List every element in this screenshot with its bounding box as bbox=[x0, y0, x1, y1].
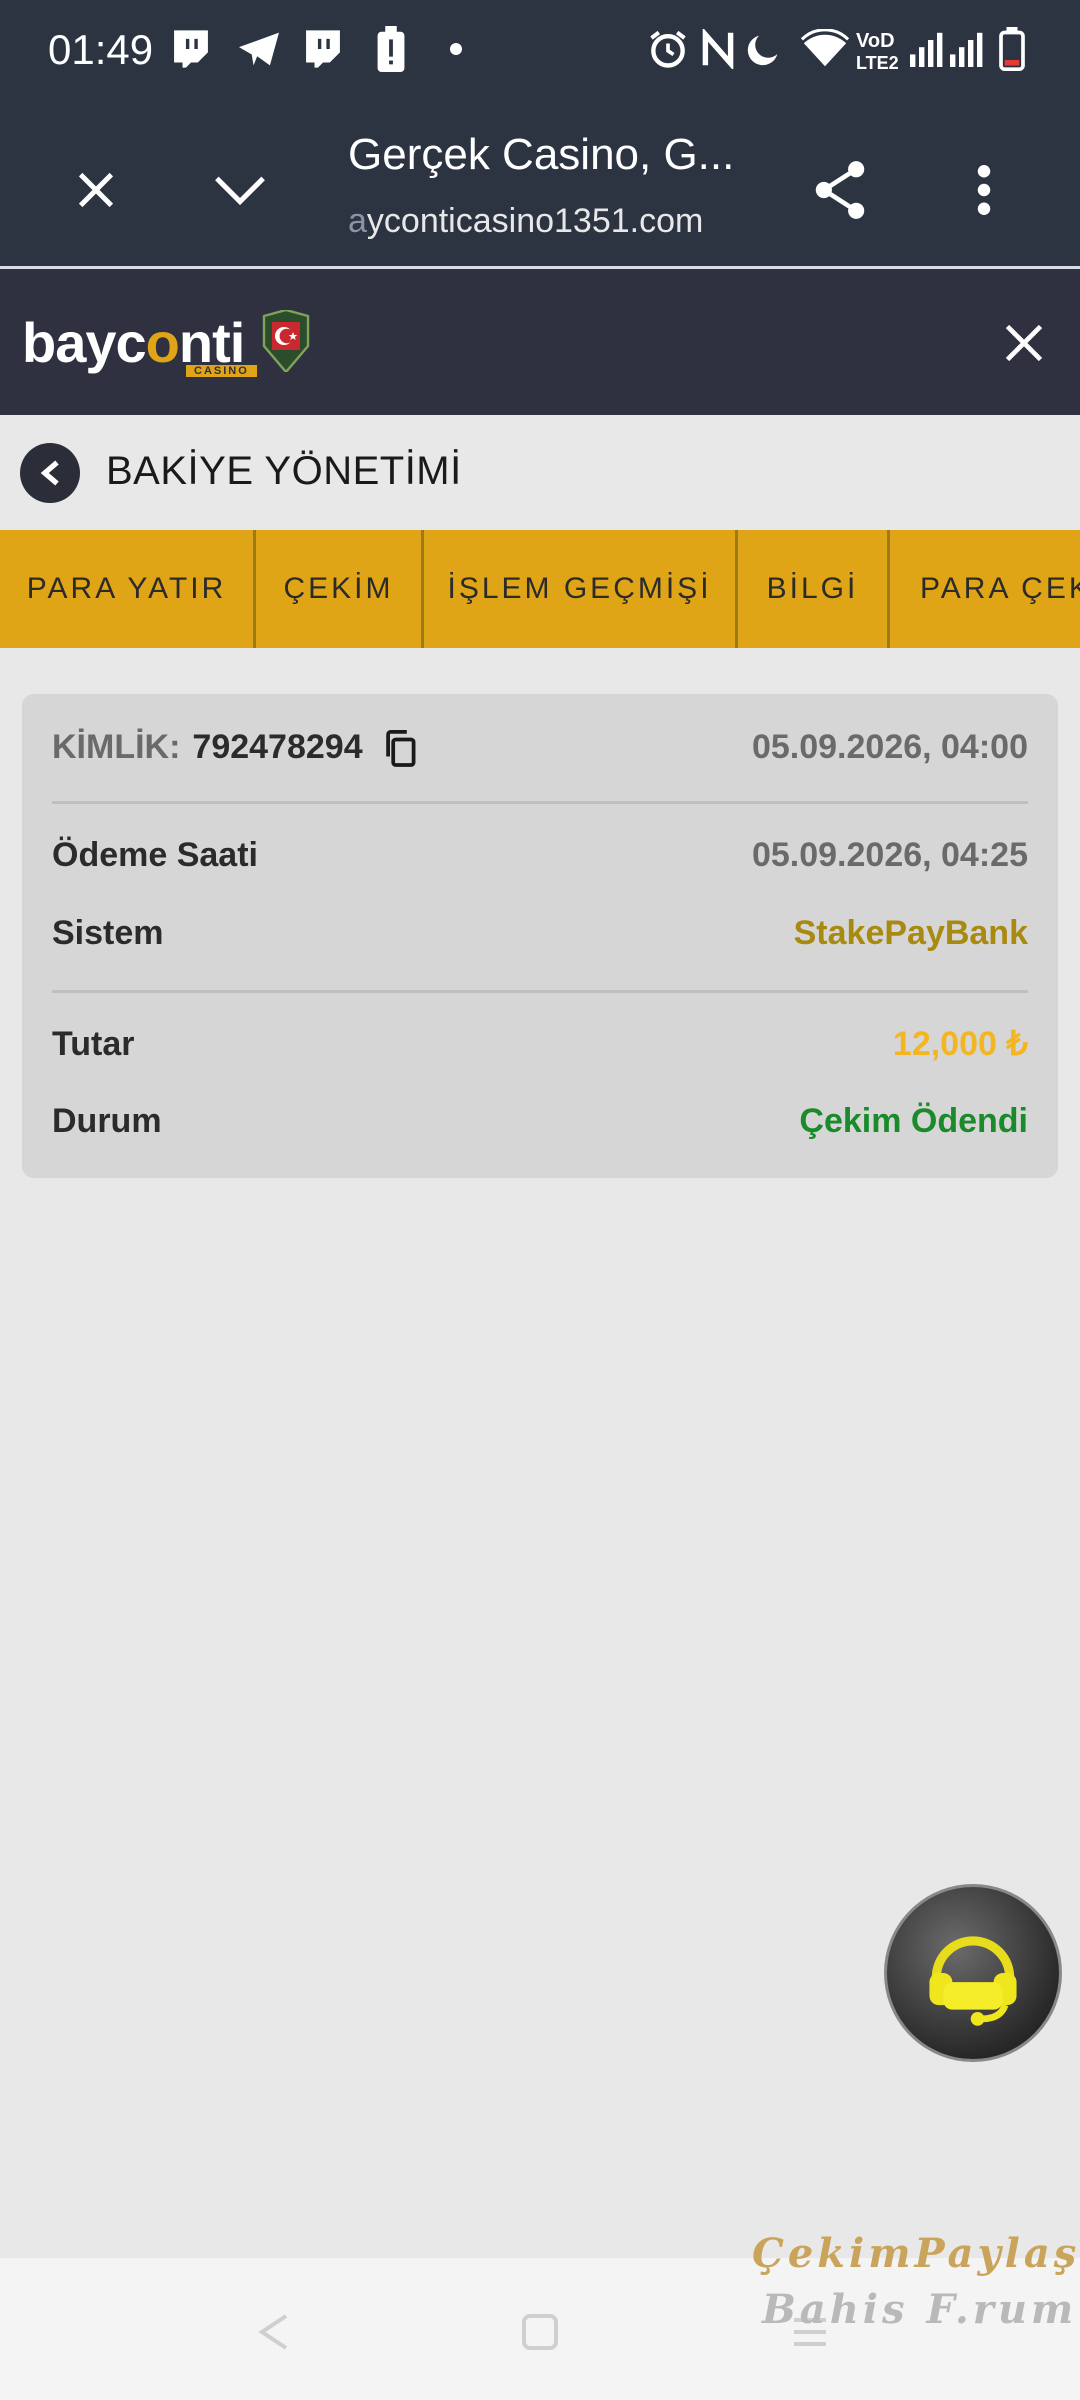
support-chat-button[interactable] bbox=[884, 1884, 1062, 2062]
section-header: BAKİYE YÖNETİMİ bbox=[0, 415, 1080, 530]
system-value: StakePayBank bbox=[793, 914, 1028, 952]
site-header: bayconti CASINO bbox=[0, 269, 1080, 415]
transaction-id-row: KİMLİK: 792478294 05.09.2026, 04:00 bbox=[52, 728, 1028, 767]
forum-watermark: ÇekimPaylaş Bahis F.rum bbox=[752, 2226, 1080, 2338]
status-time: 01:49 bbox=[48, 26, 154, 73]
transaction-card: KİMLİK: 792478294 05.09.2026, 04:00 Ödem… bbox=[22, 694, 1058, 1178]
signal-icon bbox=[910, 26, 946, 72]
volte-icon: VoD LTE2 bbox=[856, 26, 904, 72]
logo-wordmark: bayconti bbox=[22, 311, 245, 374]
amount-label: Tutar bbox=[52, 1024, 135, 1063]
card-divider bbox=[52, 801, 1028, 804]
browser-chrome: 01:49 VoD LTE2 Gerçek Casino, G... aycon… bbox=[0, 0, 1080, 269]
nfc-icon bbox=[700, 26, 736, 72]
nav-back-icon[interactable] bbox=[244, 2302, 304, 2362]
share-icon[interactable] bbox=[800, 150, 880, 230]
svg-text:VoD: VoD bbox=[856, 30, 895, 52]
section-title: BAKİYE YÖNETİMİ bbox=[106, 449, 462, 493]
battery-alert-icon bbox=[376, 26, 406, 72]
balance-tabs: PARA YATIR ÇEKİM İŞLEM GEÇMİŞİ BİLGİ PAR… bbox=[0, 530, 1080, 648]
status-label: Durum bbox=[52, 1102, 162, 1140]
transaction-id-label: KİMLİK: bbox=[52, 728, 181, 766]
system-row: Sistem StakePayBank bbox=[52, 914, 1028, 953]
more-vert-icon[interactable] bbox=[944, 150, 1024, 230]
payment-time-value: 05.09.2026, 04:25 bbox=[751, 836, 1028, 874]
page-title[interactable]: Gerçek Casino, G... bbox=[348, 130, 734, 180]
nav-home-icon[interactable] bbox=[510, 2302, 570, 2362]
twitch-icon-2 bbox=[302, 26, 344, 72]
site-logo[interactable]: bayconti CASINO bbox=[22, 305, 312, 381]
browser-toolbar: Gerçek Casino, G... ayconticasino1351.co… bbox=[0, 110, 1080, 268]
battery-icon bbox=[998, 26, 1026, 72]
transaction-id-value: 792478294 bbox=[192, 728, 363, 766]
system-label: Sistem bbox=[52, 914, 164, 952]
close-icon[interactable] bbox=[56, 150, 136, 230]
chevron-down-icon[interactable] bbox=[200, 150, 280, 230]
amount-value: 12,000 ₺ bbox=[892, 1025, 1028, 1063]
tab-info[interactable]: BİLGİ bbox=[738, 530, 890, 648]
status-row: Durum Çekim Ödendi bbox=[52, 1102, 1028, 1141]
moon-icon bbox=[744, 26, 784, 72]
back-button[interactable] bbox=[20, 443, 80, 503]
site-close-icon[interactable] bbox=[984, 303, 1064, 383]
transaction-created-at: 05.09.2026, 04:00 bbox=[751, 728, 1028, 766]
shield-emblem-icon bbox=[260, 308, 312, 377]
chevron-left-icon bbox=[40, 460, 59, 486]
logo-subtitle: CASINO bbox=[186, 365, 257, 377]
watermark-line-1: ÇekimPaylaş bbox=[752, 2230, 1080, 2277]
headset-icon bbox=[929, 1936, 1017, 2026]
tab-withdraw-more[interactable]: PARA ÇEKİM bbox=[890, 530, 1080, 648]
tab-withdrawal[interactable]: ÇEKİM bbox=[256, 530, 424, 648]
wifi-icon bbox=[800, 26, 850, 72]
payment-time-label: Ödeme Saati bbox=[52, 836, 258, 874]
watermark-line-2: Bahis F.rum bbox=[762, 2286, 1078, 2333]
svg-text:LTE2: LTE2 bbox=[856, 53, 899, 71]
amount-row: Tutar 12,000 ₺ bbox=[52, 1024, 1028, 1064]
dot-icon bbox=[450, 26, 462, 72]
tab-transaction-history[interactable]: İŞLEM GEÇMİŞİ bbox=[424, 530, 738, 648]
twitch-icon bbox=[170, 26, 212, 72]
signal-icon-2 bbox=[950, 26, 986, 72]
telegram-icon bbox=[236, 26, 282, 72]
alarm-icon bbox=[646, 26, 690, 72]
status-value: Çekim Ödendi bbox=[799, 1102, 1028, 1140]
payment-time-row: Ödeme Saati 05.09.2026, 04:25 bbox=[52, 836, 1028, 875]
copy-icon[interactable] bbox=[383, 729, 417, 767]
card-divider-2 bbox=[52, 990, 1028, 993]
status-bar: 01:49 VoD LTE2 bbox=[0, 0, 1080, 100]
page-url[interactable]: ayconticasino1351.com bbox=[348, 202, 703, 241]
tab-deposit[interactable]: PARA YATIR bbox=[0, 530, 256, 648]
